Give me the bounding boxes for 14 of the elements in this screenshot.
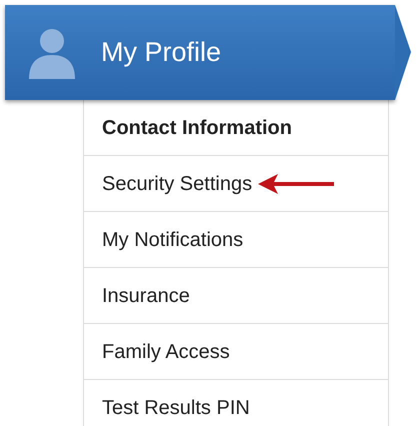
menu-item-label: Insurance [102,284,190,308]
menu-item[interactable]: Insurance [84,268,388,324]
menu-item[interactable]: Contact Information [84,100,388,156]
menu-item[interactable]: Test Results PIN [84,380,388,426]
menu-item[interactable]: My Notifications [84,212,388,268]
menu-item-label: Test Results PIN [102,396,250,420]
menu-item[interactable]: Family Access [84,324,388,380]
person-icon [27,26,77,78]
menu-item-label: My Notifications [102,228,244,252]
header-title: My Profile [101,36,222,70]
menu-item[interactable]: Security Settings [84,156,388,212]
menu-item-label: Contact Information [102,116,292,140]
menu-item-label: Security Settings [102,172,252,196]
menu-item-label: Family Access [102,340,230,364]
